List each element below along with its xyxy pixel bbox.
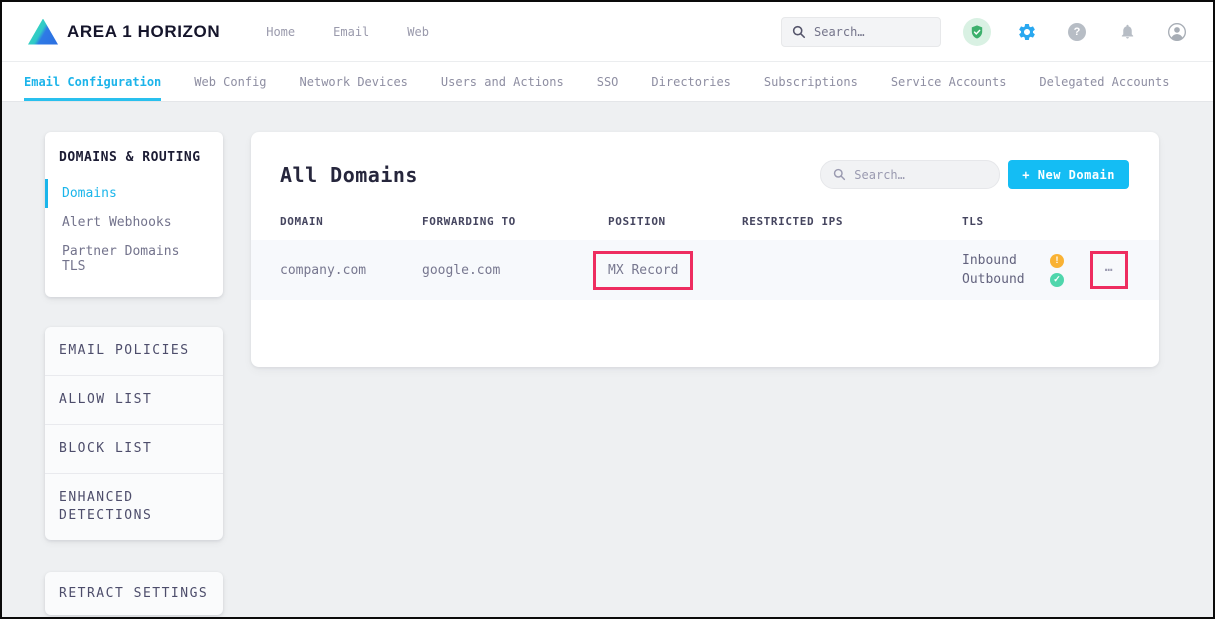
retract-settings-card[interactable]: RETRACT SETTINGS xyxy=(45,572,223,615)
row-actions-ellipsis-button[interactable]: ⋯ xyxy=(1105,263,1114,278)
actions-cell: ⋯ xyxy=(1090,251,1129,289)
sidebar-item-alert-webhooks[interactable]: Alert Webhooks xyxy=(45,208,223,237)
tab-sso[interactable]: SSO xyxy=(597,62,619,101)
row-actions-annotation-box: ⋯ xyxy=(1090,251,1128,289)
accordion-email-policies[interactable]: EMAIL POLICIES xyxy=(45,327,223,376)
nav-item-web[interactable]: Web xyxy=(407,25,429,39)
account-icon xyxy=(1167,22,1187,42)
column-header-position: POSITION xyxy=(608,215,742,228)
top-bar: AREA 1 HORIZON Home Email Web xyxy=(2,2,1213,62)
tab-delegated-accounts[interactable]: Delegated Accounts xyxy=(1039,62,1169,101)
nav-item-email[interactable]: Email xyxy=(333,25,369,39)
domains-search-input[interactable] xyxy=(854,168,984,182)
search-icon xyxy=(792,25,806,39)
tab-subscriptions[interactable]: Subscriptions xyxy=(764,62,858,101)
position-cell: MX Record xyxy=(608,251,742,290)
primary-nav: Home Email Web xyxy=(266,25,429,39)
brand-logo[interactable]: AREA 1 HORIZON xyxy=(28,19,220,45)
panel-header: All Domains + New Domain xyxy=(251,132,1159,189)
column-header-forwarding-to: FORWARDING TO xyxy=(422,215,608,228)
notifications-bell-icon xyxy=(1119,23,1136,40)
column-header-domain: DOMAIN xyxy=(280,215,422,228)
app-window: AREA 1 HORIZON Home Email Web xyxy=(0,0,1215,619)
page-title: All Domains xyxy=(280,163,418,187)
position-annotation-box: MX Record xyxy=(593,251,693,290)
new-domain-button[interactable]: + New Domain xyxy=(1008,160,1129,189)
sidebar-item-domains[interactable]: Domains xyxy=(45,179,223,208)
policies-accordion: EMAIL POLICIES ALLOW LIST BLOCK LIST ENH… xyxy=(45,327,223,540)
tab-network-devices[interactable]: Network Devices xyxy=(300,62,408,101)
tls-outbound-check-icon: ✓ xyxy=(1050,273,1064,287)
panel-actions: + New Domain xyxy=(820,160,1129,189)
shield-check-icon xyxy=(969,24,985,40)
brand-name: AREA 1 HORIZON xyxy=(67,22,220,42)
help-icon: ? xyxy=(1068,23,1086,41)
config-tabs: Email Configuration Web Config Network D… xyxy=(2,62,1213,102)
tab-directories[interactable]: Directories xyxy=(651,62,730,101)
account-button[interactable] xyxy=(1163,18,1191,46)
sidebar-item-partner-domains-tls[interactable]: Partner Domains TLS xyxy=(45,237,223,281)
tls-cell: Inbound ! Outbound ✓ xyxy=(962,251,1090,289)
notifications-button[interactable] xyxy=(1113,18,1141,46)
tls-outbound-label: Outbound xyxy=(962,272,1050,287)
column-header-restricted-ips: RESTRICTED IPS xyxy=(742,215,962,228)
tab-service-accounts[interactable]: Service Accounts xyxy=(891,62,1007,101)
domains-search[interactable] xyxy=(820,160,1000,189)
table-row: company.com google.com MX Record Inbound… xyxy=(251,240,1159,300)
forwarding-to-cell: google.com xyxy=(422,263,608,278)
settings-gear-icon xyxy=(1017,22,1037,42)
column-header-actions xyxy=(1090,215,1129,228)
tls-inbound-label: Inbound xyxy=(962,253,1050,268)
top-bar-right: ? xyxy=(781,17,1191,47)
nav-item-home[interactable]: Home xyxy=(266,25,295,39)
accordion-enhanced-detections[interactable]: ENHANCED DETECTIONS xyxy=(45,474,223,540)
tls-inbound-warning-icon: ! xyxy=(1050,254,1064,268)
tab-users-and-actions[interactable]: Users and Actions xyxy=(441,62,564,101)
global-search-input[interactable] xyxy=(814,25,924,39)
sidebar: DOMAINS & ROUTING Domains Alert Webhooks… xyxy=(45,132,223,615)
position-value: MX Record xyxy=(608,263,678,278)
content-area: DOMAINS & ROUTING Domains Alert Webhooks… xyxy=(2,102,1213,615)
search-icon xyxy=(833,168,846,181)
all-domains-panel: All Domains + New Domain DOMAIN FORWARDI… xyxy=(251,132,1159,367)
tls-outbound-line: Outbound ✓ xyxy=(962,270,1090,289)
accordion-allow-list[interactable]: ALLOW LIST xyxy=(45,376,223,425)
tls-inbound-line: Inbound ! xyxy=(962,251,1090,270)
sidebar-section-title: DOMAINS & ROUTING xyxy=(45,150,223,165)
area1-triangle-logo-icon xyxy=(28,19,58,45)
table-header: DOMAIN FORWARDING TO POSITION RESTRICTED… xyxy=(251,215,1159,240)
domain-cell: company.com xyxy=(280,263,422,278)
column-header-tls: TLS xyxy=(962,215,1090,228)
settings-button[interactable] xyxy=(1013,18,1041,46)
tab-web-config[interactable]: Web Config xyxy=(194,62,266,101)
help-button[interactable]: ? xyxy=(1063,18,1091,46)
domains-routing-card: DOMAINS & ROUTING Domains Alert Webhooks… xyxy=(45,132,223,297)
global-search[interactable] xyxy=(781,17,941,47)
accordion-block-list[interactable]: BLOCK LIST xyxy=(45,425,223,474)
security-status-button[interactable] xyxy=(963,18,991,46)
tab-email-configuration[interactable]: Email Configuration xyxy=(24,62,161,101)
